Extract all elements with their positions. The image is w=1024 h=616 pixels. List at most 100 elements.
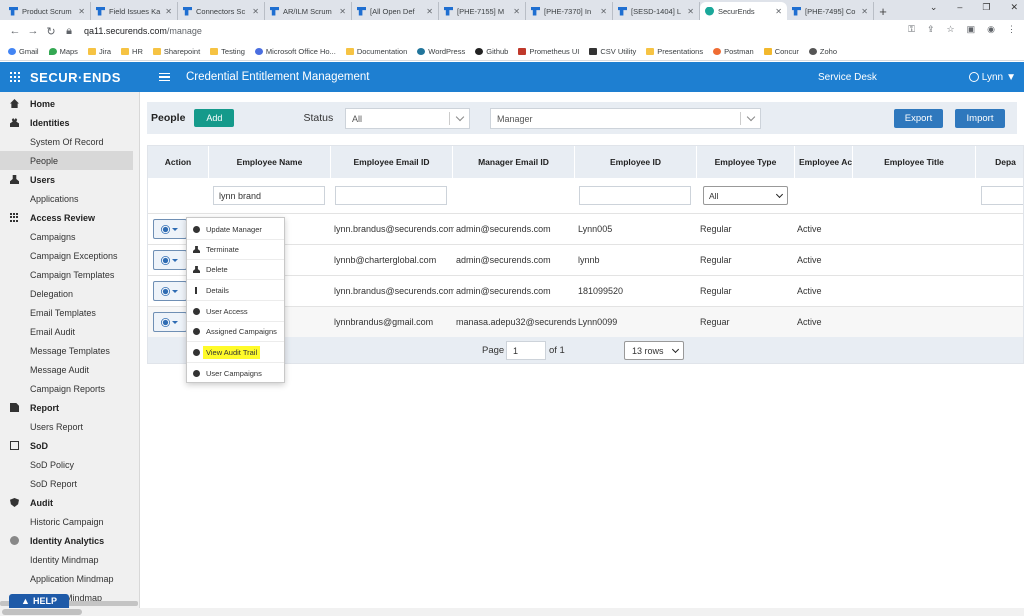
column-header[interactable]: Employee Type bbox=[697, 146, 795, 178]
bookmark[interactable]: Maps bbox=[48, 47, 78, 56]
sidebar-item-identity-mindmap[interactable]: Identity Mindmap bbox=[0, 550, 139, 569]
user-menu[interactable]: Lynn ▼ bbox=[968, 72, 1016, 83]
menu-item-user-access[interactable]: User Access bbox=[187, 302, 284, 322]
column-header[interactable]: Depa bbox=[976, 146, 1023, 178]
browser-tab[interactable]: [PHE-7495] Co ✕ bbox=[787, 2, 874, 20]
close-icon[interactable]: ✕ bbox=[426, 7, 433, 16]
menu-item-terminate[interactable]: Terminate bbox=[187, 240, 284, 260]
department-filter[interactable] bbox=[981, 186, 1023, 205]
sidebar-item-delegation[interactable]: Delegation bbox=[0, 284, 139, 303]
column-header[interactable]: Employee ID bbox=[575, 146, 697, 178]
forward-icon[interactable]: → bbox=[24, 25, 42, 37]
new-tab-button[interactable]: + bbox=[874, 2, 892, 20]
restore-icon[interactable]: ❐ bbox=[982, 2, 990, 13]
column-header[interactable]: Employee Name bbox=[209, 146, 331, 178]
sidebar-item-users[interactable]: Users bbox=[0, 170, 139, 189]
manager-select[interactable]: Manager bbox=[490, 108, 761, 129]
hamburger-menu-icon[interactable] bbox=[158, 72, 170, 82]
export-button[interactable]: Export bbox=[894, 109, 943, 128]
row-action-button[interactable] bbox=[153, 281, 187, 301]
sidebar-item-users-report[interactable]: Users Report bbox=[0, 417, 139, 436]
sidebar-item-report[interactable]: Report bbox=[0, 398, 139, 417]
browser-tab[interactable]: Product Scrum ✕ bbox=[4, 2, 91, 20]
menu-item-assigned-campaigns[interactable]: Assigned Campaigns bbox=[187, 322, 284, 342]
import-button[interactable]: Import bbox=[955, 109, 1005, 128]
sidebar-item-message-audit[interactable]: Message Audit bbox=[0, 360, 139, 379]
bookmark[interactable]: Zoho bbox=[808, 47, 837, 56]
bookmark[interactable]: Prometheus UI bbox=[518, 47, 579, 56]
sidebar-item-access-review[interactable]: Access Review bbox=[0, 208, 139, 227]
sidebar-item-campaigns[interactable]: Campaigns bbox=[0, 227, 139, 246]
column-header[interactable]: Employee Title bbox=[853, 146, 976, 178]
share-icon[interactable]: ⇪ bbox=[927, 24, 935, 35]
sidebar-item-identities[interactable]: Identities bbox=[0, 113, 139, 132]
browser-tab[interactable]: [SESD-1404] L ✕ bbox=[613, 2, 700, 20]
sidebar-item-people[interactable]: People bbox=[0, 151, 133, 170]
close-window-icon[interactable]: ✕ bbox=[1010, 2, 1018, 13]
close-icon[interactable]: ✕ bbox=[861, 7, 868, 16]
row-action-button[interactable] bbox=[153, 250, 187, 270]
sidebar-item-applications[interactable]: Applications bbox=[0, 189, 139, 208]
menu-item-user-campaigns[interactable]: User Campaigns bbox=[187, 363, 284, 383]
menu-item-update-manager[interactable]: Update Manager bbox=[187, 220, 284, 240]
browser-tab[interactable]: AR/ILM Scrum ✕ bbox=[265, 2, 352, 20]
tab-search-icon[interactable]: ⌄ bbox=[930, 2, 938, 13]
apps-grid-icon[interactable] bbox=[10, 72, 20, 82]
profile-icon[interactable]: ◉ bbox=[987, 24, 995, 35]
sidebar-item-email-audit[interactable]: Email Audit bbox=[0, 322, 139, 341]
bookmark[interactable]: Documentation bbox=[345, 47, 407, 56]
bookmark[interactable]: Microsoft Office Ho... bbox=[254, 47, 336, 56]
sidebar-item-home[interactable]: Home bbox=[0, 94, 139, 113]
employee-name-filter[interactable]: lynn brand bbox=[213, 186, 325, 205]
sidebar-item-email-templates[interactable]: Email Templates bbox=[0, 303, 139, 322]
menu-item-details[interactable]: Details bbox=[187, 281, 284, 301]
bookmark[interactable]: Presentations bbox=[646, 47, 703, 56]
close-icon[interactable]: ✕ bbox=[165, 7, 172, 16]
bookmark[interactable]: CSV Utility bbox=[589, 47, 636, 56]
add-button[interactable]: Add bbox=[194, 109, 235, 127]
close-icon[interactable]: ✕ bbox=[339, 7, 346, 16]
help-button[interactable]: ▲ HELP bbox=[9, 594, 69, 608]
reload-icon[interactable]: ↻ bbox=[42, 25, 60, 38]
menu-item-delete[interactable]: Delete bbox=[187, 260, 284, 280]
sidebar-item-campaign-templates[interactable]: Campaign Templates bbox=[0, 265, 139, 284]
service-desk-link[interactable]: Service Desk bbox=[818, 72, 877, 83]
bookmark[interactable]: Concur bbox=[763, 47, 799, 56]
bookmark[interactable]: HR bbox=[121, 47, 143, 56]
sidebar-item-sod[interactable]: SoD bbox=[0, 436, 139, 455]
back-icon[interactable]: ← bbox=[6, 25, 24, 37]
sidebar-item-sod-report[interactable]: SoD Report bbox=[0, 474, 139, 493]
close-icon[interactable]: ✕ bbox=[513, 7, 520, 16]
page-number-input[interactable]: 1 bbox=[506, 341, 546, 360]
scrollbar-thumb[interactable] bbox=[2, 609, 82, 615]
bookmark[interactable]: Jira bbox=[87, 47, 111, 56]
browser-tab[interactable]: Field Issues Ka ✕ bbox=[91, 2, 178, 20]
bookmark[interactable]: Testing bbox=[210, 47, 245, 56]
close-icon[interactable]: ✕ bbox=[78, 7, 85, 16]
row-action-button[interactable] bbox=[153, 312, 187, 332]
sidebar-item-system-of-record[interactable]: System Of Record bbox=[0, 132, 139, 151]
column-header[interactable]: Action bbox=[148, 146, 209, 178]
kebab-menu-icon[interactable]: ⋮ bbox=[1007, 24, 1016, 35]
sidebar-item-audit[interactable]: Audit bbox=[0, 493, 139, 512]
employee-email-filter[interactable] bbox=[335, 186, 447, 205]
sidebar-item-sod-policy[interactable]: SoD Policy bbox=[0, 455, 139, 474]
browser-tab-active[interactable]: SecurEnds ✕ bbox=[700, 2, 787, 20]
close-icon[interactable]: ✕ bbox=[252, 7, 259, 16]
lock-icon[interactable]: 🔒︎ bbox=[60, 25, 78, 38]
status-select[interactable]: All bbox=[345, 108, 470, 129]
employee-id-filter[interactable] bbox=[579, 186, 691, 205]
sidebar-item-campaign-exceptions[interactable]: Campaign Exceptions bbox=[0, 246, 139, 265]
browser-tab[interactable]: [PHE-7370] In ✕ bbox=[526, 2, 613, 20]
securends-logo[interactable]: SECUR·ENDS bbox=[30, 70, 121, 85]
sidepanel-icon[interactable]: ▣ bbox=[967, 24, 976, 35]
bookmark[interactable]: Gmail bbox=[8, 47, 39, 56]
sidebar-item-message-templates[interactable]: Message Templates bbox=[0, 341, 139, 360]
browser-tab[interactable]: Connectors Sc ✕ bbox=[178, 2, 265, 20]
column-header[interactable]: Employee Email ID bbox=[331, 146, 453, 178]
sidebar-item-application-mindmap[interactable]: Application Mindmap bbox=[0, 569, 139, 588]
menu-item-view-audit-trail[interactable]: View Audit Trail bbox=[187, 343, 284, 363]
column-header[interactable]: Employee Ac bbox=[795, 146, 853, 178]
bookmark[interactable]: WordPress bbox=[417, 47, 465, 56]
browser-tab[interactable]: [PHE-7155] M ✕ bbox=[439, 2, 526, 20]
